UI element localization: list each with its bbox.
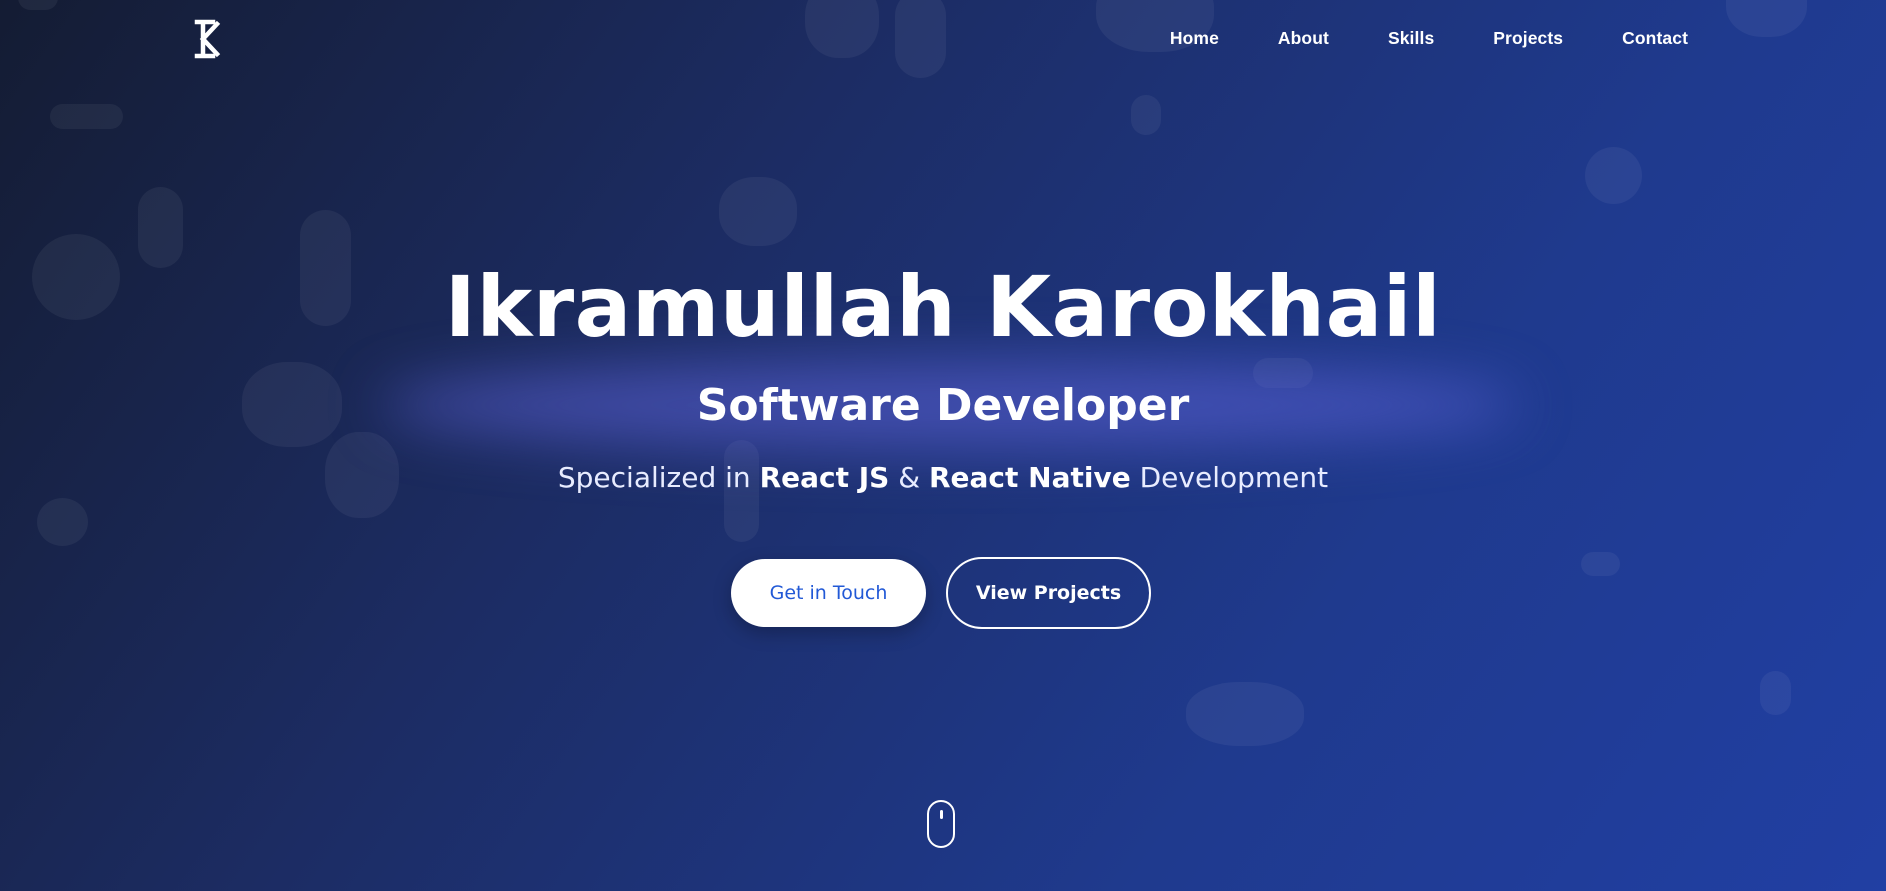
hero-name: Ikramullah Karokhail [444,258,1442,356]
nav-skills[interactable]: Skills [1388,28,1434,49]
hero-tagline: Specialized in React JS & React Native D… [0,458,1886,498]
get-in-touch-button[interactable]: Get in Touch [731,559,926,627]
tagline-joiner: & [889,461,929,494]
tagline-tech-react-js: React JS [759,461,890,494]
view-projects-button[interactable]: View Projects [946,557,1151,629]
tagline-prefix: Specialized in [557,461,760,494]
hero-title: Software Developer [696,380,1190,431]
mouse-wheel [940,810,943,819]
nav-projects[interactable]: Projects [1493,28,1563,49]
nav-about[interactable]: About [1278,28,1329,49]
nav-home[interactable]: Home [1170,28,1219,49]
tagline-suffix: Development [1130,461,1329,494]
tagline-tech-react-native: React Native [928,461,1131,494]
main-nav: Home About Skills Projects Contact [1111,28,1688,49]
hero-buttons: Get in Touch View Projects [731,557,1151,629]
nav-contact[interactable]: Contact [1622,28,1688,49]
logo-k-icon[interactable] [193,18,227,60]
mouse-scroll-icon[interactable] [927,800,955,848]
